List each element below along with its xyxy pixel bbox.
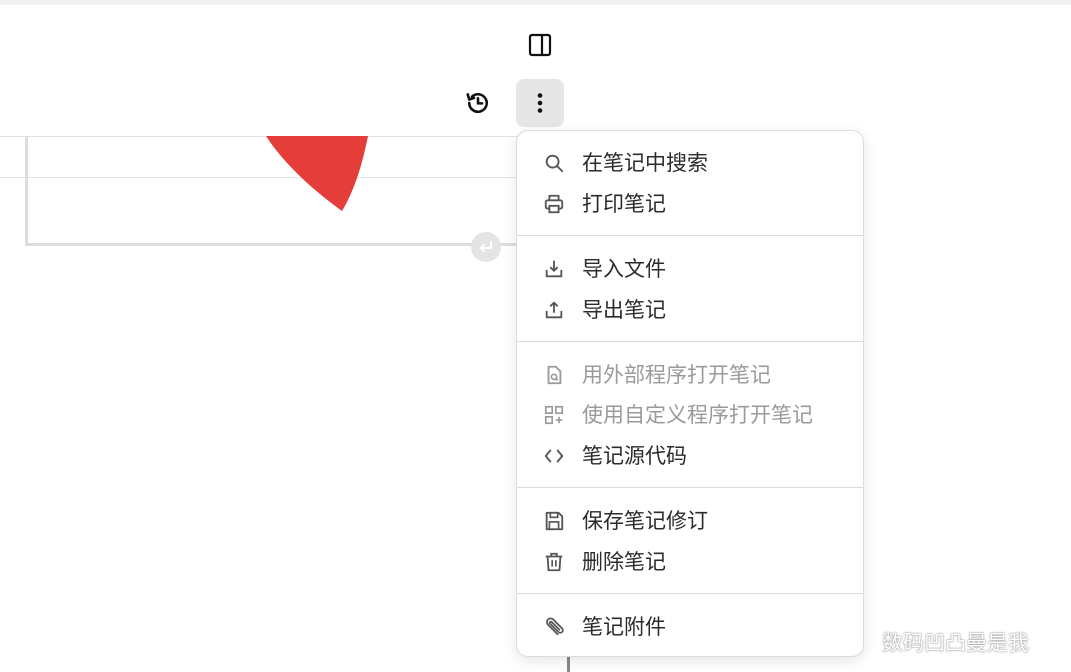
menu-item-search-in-note[interactable]: 在笔记中搜索 — [517, 143, 863, 183]
menu-item-delete-note[interactable]: 删除笔记 — [517, 542, 863, 582]
menu-item-note-attachments[interactable]: 笔记附件 — [517, 607, 863, 647]
more-options-button[interactable] — [516, 79, 564, 127]
menu-item-label: 打印笔记 — [582, 192, 666, 216]
apps-add-icon — [542, 404, 566, 426]
menu-item-import-file[interactable]: 导入文件 — [517, 249, 863, 289]
menu-item-print-note[interactable]: 打印笔记 — [517, 184, 863, 224]
window-top-strip — [0, 0, 1071, 5]
insert-paragraph-button[interactable] — [471, 232, 501, 262]
menu-item-label: 使用自定义程序打开笔记 — [582, 403, 813, 427]
note-history-button[interactable] — [460, 84, 496, 122]
menu-item-label: 笔记附件 — [582, 615, 666, 639]
code-icon — [542, 445, 566, 467]
menu-item-label: 导入文件 — [582, 257, 666, 281]
menu-item-label: 在笔记中搜索 — [582, 151, 708, 175]
watermark-text: 数码凹凸曼是我 — [882, 631, 1029, 655]
menu-item-label: 导出笔记 — [582, 298, 666, 322]
file-search-icon — [542, 364, 566, 386]
menu-item-export-note[interactable]: 导出笔记 — [517, 290, 863, 330]
return-arrow-icon — [480, 241, 492, 252]
sidebar-right-icon — [528, 33, 552, 57]
save-icon — [542, 510, 566, 532]
menu-separator — [517, 341, 863, 342]
menu-item-open-custom[interactable]: 使用自定义程序打开笔记 — [517, 395, 863, 435]
search-icon — [542, 152, 566, 174]
note-options-menu: 在笔记中搜索 打印笔记 导入文件 导出笔记 用外部程序打开笔记 使用自定义程序打… — [516, 130, 864, 657]
menu-item-label: 删除笔记 — [582, 550, 666, 574]
history-icon — [466, 92, 488, 114]
export-icon — [542, 299, 566, 321]
paperclip-icon — [542, 616, 566, 638]
menu-separator — [517, 235, 863, 236]
canvas-connector-line — [567, 655, 570, 672]
menu-item-label: 保存笔记修订 — [582, 509, 708, 533]
menu-item-open-external[interactable]: 用外部程序打开笔记 — [517, 355, 863, 395]
menu-separator — [517, 487, 863, 488]
trash-icon — [542, 551, 566, 573]
import-icon — [542, 258, 566, 280]
red-drawing-shape[interactable] — [262, 136, 372, 216]
toggle-right-panel-button[interactable] — [522, 28, 558, 62]
printer-icon — [542, 193, 566, 215]
menu-item-label: 用外部程序打开笔记 — [582, 363, 771, 387]
more-vertical-icon — [537, 93, 543, 113]
menu-item-note-source[interactable]: 笔记源代码 — [517, 436, 863, 476]
menu-separator — [517, 593, 863, 594]
menu-item-save-revision[interactable]: 保存笔记修订 — [517, 501, 863, 541]
menu-item-label: 笔记源代码 — [582, 444, 687, 468]
